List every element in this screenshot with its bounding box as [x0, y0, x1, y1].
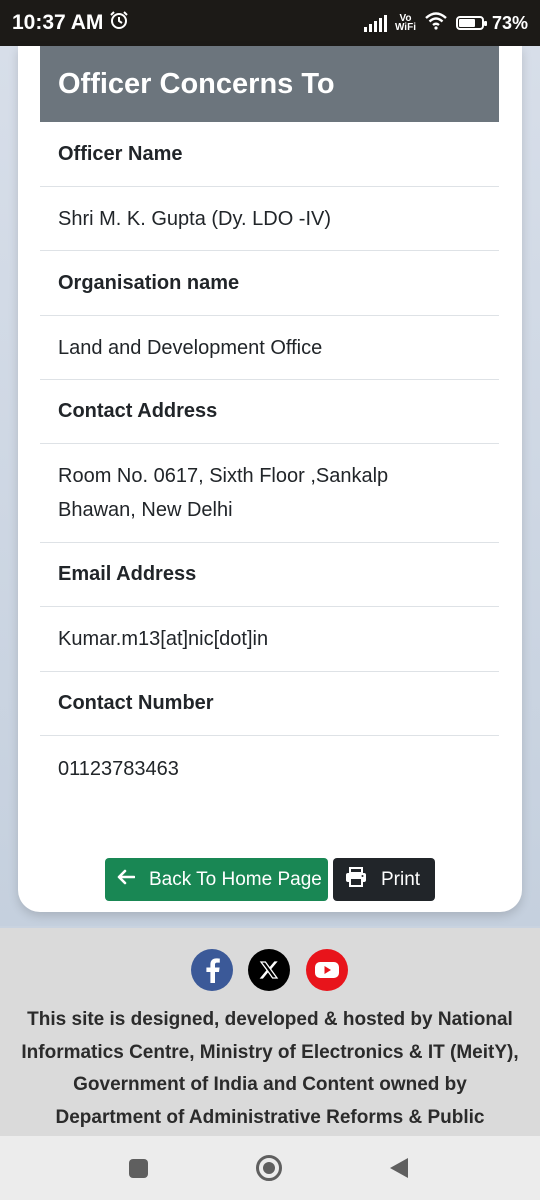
- arrow-left-icon: [117, 869, 136, 891]
- footer-line-3: Government of India and Content owned by: [73, 1074, 467, 1095]
- facebook-icon[interactable]: [191, 949, 233, 991]
- card-title: Officer Concerns To: [40, 46, 499, 122]
- email-value: Kumar.m13[at]nic[dot]in: [40, 607, 499, 672]
- email-label: Email Address: [40, 543, 499, 607]
- status-time: 10:37 AM: [12, 11, 104, 34]
- officer-name-label: Officer Name: [40, 122, 499, 187]
- footer-line-4: Department of Administrative Reforms & P…: [55, 1106, 485, 1128]
- system-nav-bar: [0, 1136, 540, 1200]
- status-bar: 10:37 AM Vo WiFi 73%: [0, 0, 540, 46]
- officer-name-value: Shri M. K. Gupta (Dy. LDO -IV): [40, 187, 499, 251]
- printer-icon: [345, 866, 367, 893]
- back-to-home-button[interactable]: Back To Home Page: [105, 858, 328, 901]
- address-line-1: Room No. 0617, Sixth Floor ,Sankalp: [58, 465, 389, 487]
- home-button[interactable]: [255, 1154, 283, 1187]
- address-label: Contact Address: [40, 380, 499, 444]
- print-button[interactable]: Print: [333, 858, 435, 901]
- officer-card: Officer Concerns To Officer Name Shri M.…: [18, 46, 522, 912]
- organisation-value: Land and Development Office: [40, 316, 499, 380]
- organisation-label: Organisation name: [40, 251, 499, 316]
- back-button[interactable]: [388, 1156, 410, 1185]
- contact-number-value: 01123783463: [58, 758, 179, 780]
- address-line-2: Bhawan, New Delhi: [58, 499, 233, 521]
- battery-icon: [455, 16, 487, 30]
- vowifi-label: Vo WiFi: [394, 13, 416, 33]
- status-left: 10:37 AM: [12, 10, 129, 36]
- print-label: Print: [381, 868, 421, 890]
- youtube-icon[interactable]: [306, 949, 348, 991]
- footer-line-1: This site is designed, developed & hoste…: [27, 1009, 513, 1030]
- x-twitter-icon[interactable]: [248, 949, 290, 991]
- alarm-clock-icon: [109, 10, 129, 36]
- footer-credits: This site is designed, developed & hoste…: [4, 1004, 536, 1134]
- status-right: Vo WiFi 73%: [363, 11, 528, 35]
- address-value: Room No. 0617, Sixth Floor ,Sankalp Bhaw…: [40, 444, 499, 543]
- recents-button[interactable]: [128, 1158, 149, 1184]
- back-to-home-label: Back To Home Page: [149, 868, 322, 890]
- wifi-icon: [424, 11, 448, 35]
- footer-line-2: Informatics Centre, Ministry of Electron…: [21, 1041, 519, 1063]
- site-footer: This site is designed, developed & hoste…: [0, 928, 540, 1136]
- battery-percent: 73%: [491, 12, 528, 33]
- contact-number-label: Contact Number: [40, 672, 499, 736]
- signal-icon: [363, 14, 387, 32]
